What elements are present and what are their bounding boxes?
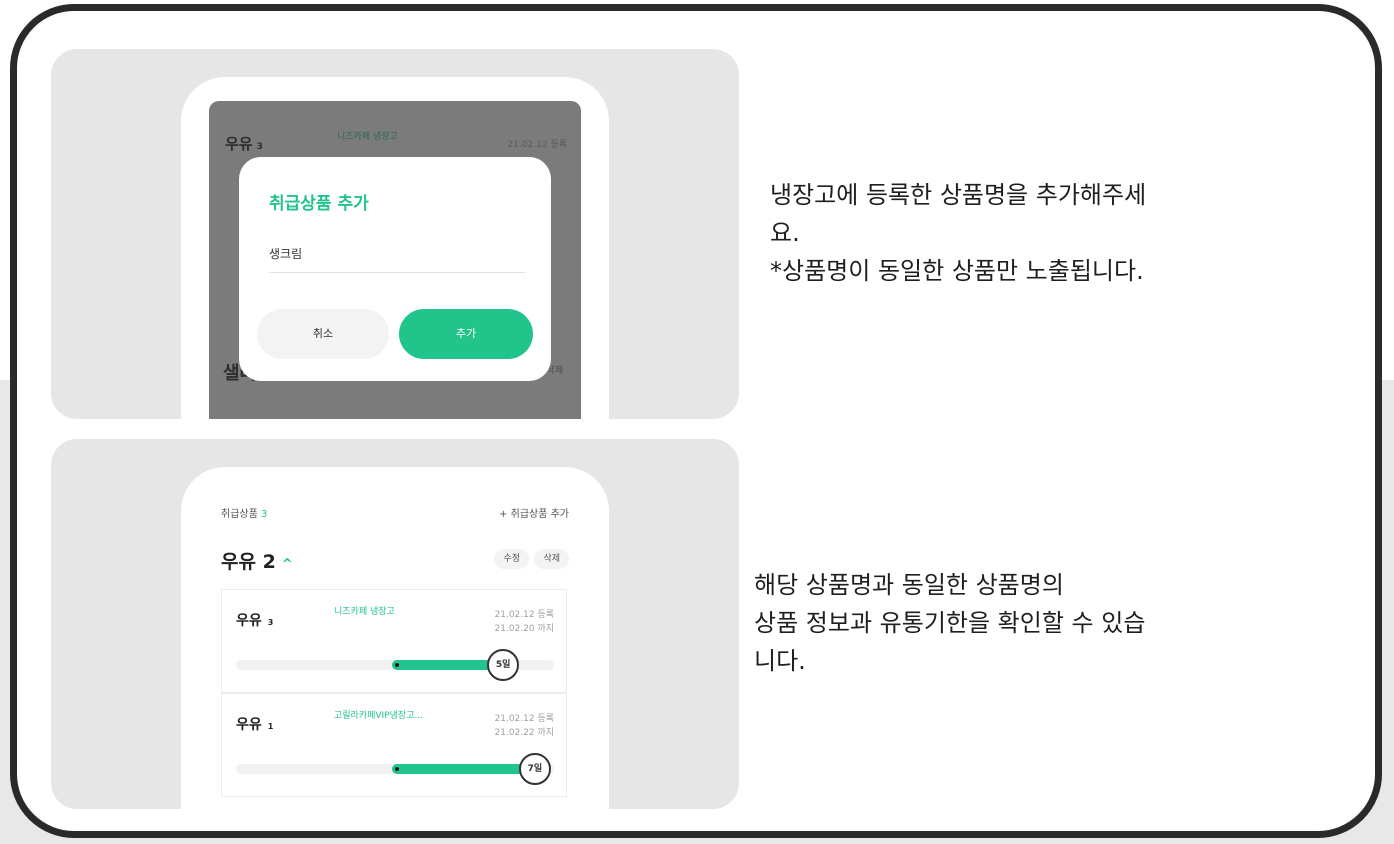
chevron-up-icon: ^ [281,557,293,572]
bg-item-fridge: 니즈카페 냉장고 [337,132,398,142]
slide-frame: 우유3 니즈카페 냉장고 21.02.12 등록 샐러드 소스 냉장 0 수정 … [10,4,1382,838]
dialog-title: 취급상품 추가 [269,194,369,214]
days-left-badge: 5일 [487,649,520,681]
phone-mockup-product-list: 취급상품 3 + 취급상품 추가 우유 2 ^ 수정 삭제 우유 3 니즈카페 냉장… [181,467,609,809]
description-line: *상품명이 동일한 상품만 노출됩니다. [770,257,1144,285]
product-count: 3 [261,509,268,520]
bg-item-date: 21.02.12 등록 [507,140,568,150]
progress-start-dot [394,767,399,771]
item-dates: 21.02.12 등록 21.02.22 까지 [494,714,555,738]
item-name: 우유 3 [236,613,274,629]
item-fridge: 니즈카페 냉장고 [334,607,395,617]
product-count-label: 취급상품 3 [221,509,268,520]
item-name: 우유 1 [236,717,274,733]
description-line: 요. [770,219,800,247]
expiry-progress-bar: 5일 [236,649,554,681]
item-dates: 21.02.12 등록 21.02.20 까지 [494,610,555,634]
list-item[interactable]: 우유 1 고릴라카페VIP냉장고... 21.02.12 등록 21.02.22 까… [221,693,567,797]
description-line: 니다. [754,647,806,675]
days-left-badge: 7일 [518,753,551,785]
description-line: 상품 정보과 유통기한을 확인할 수 있습 [754,609,1146,637]
list-item[interactable]: 우유 3 니즈카페 냉장고 21.02.12 등록 21.02.20 까지 5일 [221,589,567,693]
description-add-product: 냉장고에 등록한 상품명을 추가해주세 요. *상품명이 동일한 상품만 노출됩… [770,176,1290,290]
add-button[interactable]: 추가 [399,309,533,359]
description-line: 냉장고에 등록한 상품명을 추가해주세 [770,181,1147,209]
expiry-progress-bar: 7일 [236,753,554,785]
description-product-list: 해당 상품명과 동일한 상품명의 상품 정보과 유통기한을 확인할 수 있습 니… [754,566,1294,680]
description-line: 해당 상품명과 동일한 상품명의 [754,571,1064,599]
edit-button[interactable]: 수정 [494,549,529,569]
cancel-button[interactable]: 취소 [257,309,389,359]
add-product-dialog: 취급상품 추가 생크림 취소 추가 [239,157,551,381]
phone-mockup-add-product: 우유3 니즈카페 냉장고 21.02.12 등록 샐러드 소스 냉장 0 수정 … [181,77,609,419]
group-title[interactable]: 우유 2 ^ [221,547,293,574]
item-fridge: 고릴라카페VIP냉장고... [334,711,424,721]
page: 우유3 니즈카페 냉장고 21.02.12 등록 샐러드 소스 냉장 0 수정 … [0,0,1394,844]
progress-start-dot [394,663,399,667]
bottom-screenshot-panel: 취급상품 3 + 취급상품 추가 우유 2 ^ 수정 삭제 우유 3 니즈카페 냉장… [51,439,739,809]
bg-item-name: 우유 3 [225,135,263,153]
expiry-progress-fill [391,764,535,774]
add-product-link[interactable]: + 취급상품 추가 [499,505,569,520]
delete-button[interactable]: 삭제 [534,549,569,569]
top-screenshot-panel: 우유3 니즈카페 냉장고 21.02.12 등록 샐러드 소스 냉장 0 수정 … [51,49,739,419]
product-name-input[interactable]: 생크림 [269,237,525,273]
